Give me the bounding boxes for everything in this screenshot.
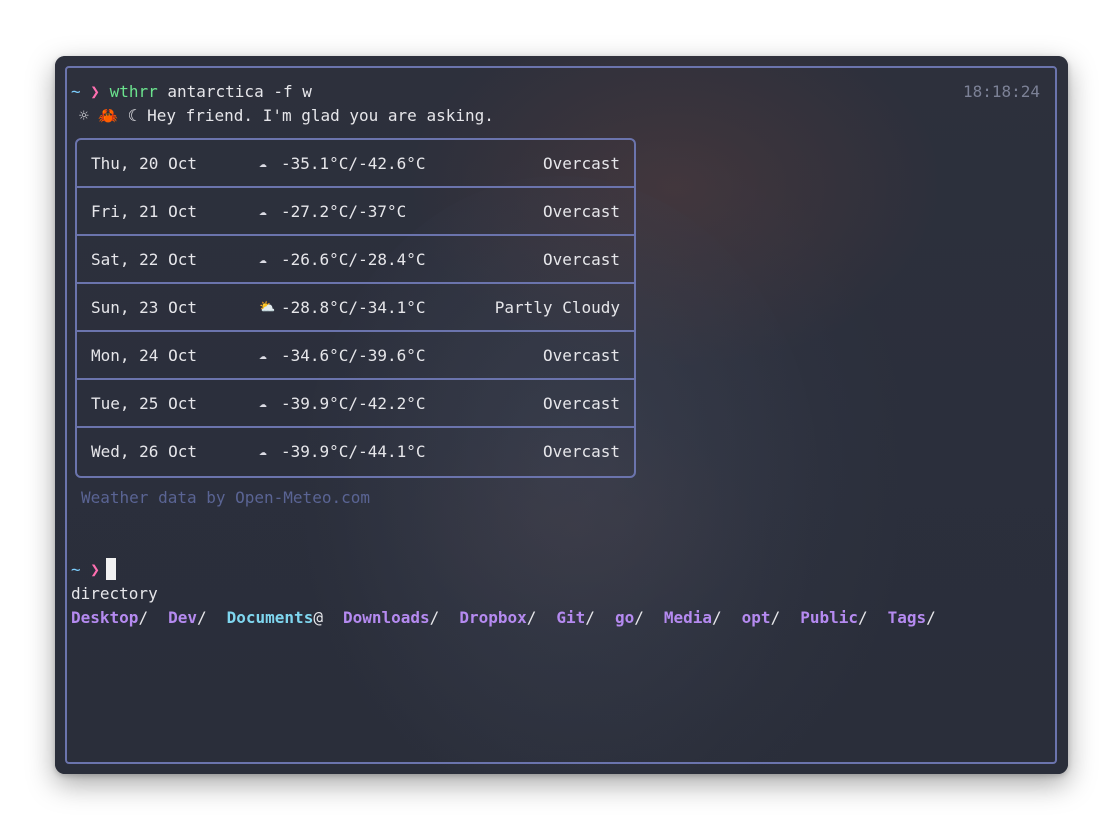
directory-suffix: / bbox=[526, 608, 537, 627]
second-prompt-line[interactable]: ~ ❯ bbox=[71, 558, 116, 582]
directory-name: Media bbox=[663, 608, 713, 627]
directory-entry[interactable]: Git/ bbox=[556, 608, 595, 627]
partly-cloudy-icon: ⛅ bbox=[259, 300, 276, 315]
forecast-condition: Overcast bbox=[542, 154, 620, 173]
prompt-tilde: ~ bbox=[71, 560, 81, 579]
directory-name: Desktop bbox=[71, 608, 139, 627]
directory-entry[interactable]: Media/ bbox=[664, 608, 722, 627]
forecast-condition: Overcast bbox=[542, 202, 620, 221]
command-line: ~ ❯ wthrr antarctica -f w bbox=[71, 80, 312, 104]
directory-entry[interactable]: Documents@ bbox=[227, 608, 323, 627]
forecast-temperature: -39.9°C/-42.2°C bbox=[281, 394, 426, 413]
directory-name: Public bbox=[800, 608, 858, 627]
forecast-condition: Partly Cloudy bbox=[494, 298, 620, 317]
forecast-date: Sat, 22 Oct bbox=[91, 250, 197, 269]
directory-suffix: @ bbox=[313, 608, 323, 627]
directory-entry[interactable]: Dev/ bbox=[168, 608, 207, 627]
directory-listing: Desktop/Dev/Documents@ Downloads/Dropbox/… bbox=[71, 606, 936, 630]
directory-name: go bbox=[614, 608, 635, 627]
forecast-date: Mon, 24 Oct bbox=[91, 346, 197, 365]
forecast-date: Fri, 21 Oct bbox=[91, 202, 197, 221]
directory-name: Downloads bbox=[342, 608, 430, 627]
directory-entry[interactable]: Desktop/ bbox=[71, 608, 148, 627]
prompt-tilde: ~ bbox=[71, 82, 81, 101]
directory-name: Dev bbox=[168, 608, 197, 627]
forecast-condition: Overcast bbox=[542, 250, 620, 269]
directory-entry[interactable]: Tags/ bbox=[888, 608, 936, 627]
forecast-row: Sun, 23 Oct ⛅ -28.8°C/-34.1°C Partly Cloudy bbox=[77, 284, 634, 332]
cloud-icon: ☁ bbox=[259, 396, 267, 411]
directory-suffix: / bbox=[770, 608, 781, 627]
cloud-icon: ☁ bbox=[259, 252, 267, 267]
forecast-row: Mon, 24 Oct ☁ -34.6°C/-39.6°C Overcast bbox=[77, 332, 634, 380]
cloud-icon: ☁ bbox=[259, 444, 267, 459]
directory-suffix: / bbox=[858, 608, 868, 627]
forecast-row: Tue, 25 Oct ☁ -39.9°C/-42.2°C Overcast bbox=[77, 380, 634, 428]
directory-entry[interactable]: Downloads/ bbox=[343, 608, 439, 627]
forecast-date: Thu, 20 Oct bbox=[91, 154, 197, 173]
forecast-temperature: -28.8°C/-34.1°C bbox=[281, 298, 426, 317]
directory-label: directory bbox=[71, 584, 158, 603]
forecast-temperature: -34.6°C/-39.6°C bbox=[281, 346, 426, 365]
weather-credit: Weather data by Open-Meteo.com bbox=[81, 488, 370, 507]
command-args: antarctica -f w bbox=[157, 82, 312, 101]
command-name: wthrr bbox=[109, 82, 158, 101]
greeting-line: ☼ 🦀 ☾ Hey friend. I'm glad you are askin… bbox=[79, 104, 494, 128]
forecast-condition: Overcast bbox=[542, 346, 620, 365]
directory-name: Dropbox bbox=[459, 608, 527, 627]
forecast-row: Wed, 26 Oct ☁ -39.9°C/-44.1°C Overcast bbox=[77, 428, 634, 476]
directory-entry[interactable]: Public/ bbox=[800, 608, 867, 627]
forecast-date: Sun, 23 Oct bbox=[91, 298, 197, 317]
forecast-date: Tue, 25 Oct bbox=[91, 394, 197, 413]
directory-entry[interactable]: opt/ bbox=[742, 608, 781, 627]
text-cursor bbox=[105, 558, 116, 580]
forecast-row: Sat, 22 Oct ☁ -26.6°C/-28.4°C Overcast bbox=[77, 236, 634, 284]
forecast-temperature: -35.1°C/-42.6°C bbox=[281, 154, 426, 173]
directory-suffix: / bbox=[926, 608, 936, 627]
directory-suffix: / bbox=[585, 608, 595, 627]
directory-suffix: / bbox=[712, 608, 722, 627]
forecast-temperature: -26.6°C/-28.4°C bbox=[281, 250, 426, 269]
directory-suffix: / bbox=[634, 608, 644, 627]
clock-readout: 18:18:24 bbox=[962, 82, 1040, 101]
forecast-temperature: -39.9°C/-44.1°C bbox=[281, 442, 426, 461]
terminal-window: ~ ❯ wthrr antarctica -f w 18:18:24 ☼ 🦀 ☾… bbox=[55, 56, 1068, 774]
greeting-text: Hey friend. I'm glad you are asking. bbox=[147, 106, 494, 125]
forecast-condition: Overcast bbox=[542, 442, 620, 461]
forecast-condition: Overcast bbox=[542, 394, 620, 413]
forecast-row: Fri, 21 Oct ☁ -27.2°C/-37°C Overcast bbox=[77, 188, 634, 236]
cloud-icon: ☁ bbox=[259, 204, 267, 219]
prompt-chevron-icon: ❯ bbox=[90, 82, 100, 101]
forecast-date: Wed, 26 Oct bbox=[91, 442, 197, 461]
forecast-table: Thu, 20 Oct ☁ -35.1°C/-42.6°C Overcast Fri, … bbox=[75, 138, 636, 478]
forecast-temperature: -27.2°C/-37°C bbox=[281, 202, 407, 221]
forecast-row: Thu, 20 Oct ☁ -35.1°C/-42.6°C Overcast bbox=[77, 140, 634, 188]
directory-entry[interactable]: Dropbox/ bbox=[459, 608, 536, 627]
directory-suffix: / bbox=[429, 608, 440, 627]
cloud-icon: ☁ bbox=[259, 348, 267, 363]
cloud-icon: ☁ bbox=[259, 156, 267, 171]
directory-suffix: / bbox=[196, 608, 207, 627]
directory-name: opt bbox=[741, 608, 771, 627]
directory-name: Tags bbox=[887, 608, 927, 627]
directory-entry[interactable]: go/ bbox=[615, 608, 644, 627]
directory-name: Git bbox=[556, 608, 586, 627]
prompt-chevron-icon: ❯ bbox=[90, 560, 100, 579]
weather-greeting-icons: ☼ 🦀 ☾ bbox=[79, 106, 138, 125]
directory-name: Documents bbox=[226, 608, 314, 627]
directory-suffix: / bbox=[138, 608, 149, 627]
